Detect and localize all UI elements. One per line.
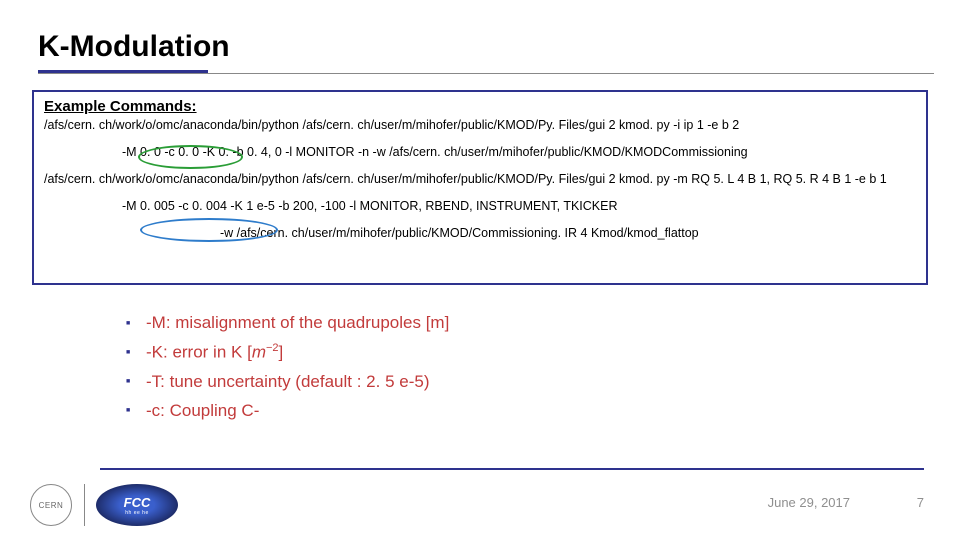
bullet-list: -M: misalignment of the quadrupoles [m] … [126, 304, 449, 430]
cern-logo: CERN [30, 484, 72, 526]
bullet-k: -K: error in K [m−2] [126, 342, 449, 363]
command-line-1: /afs/cern. ch/work/o/omc/anaconda/bin/py… [44, 117, 916, 134]
slide-date: June 29, 2017 [768, 495, 850, 510]
command-line-5: -w /afs/cern. ch/user/m/mihofer/public/K… [220, 225, 916, 242]
bullet-k-text: -K: error in K [m−2] [146, 342, 283, 363]
bullet-t: -T: tune uncertainty (default : 2. 5 e-5… [126, 372, 449, 392]
command-line-4: -M 0. 005 -c 0. 004 -K 1 e-5 -b 200, -10… [122, 198, 916, 215]
footer-divider [100, 468, 924, 470]
command-line-3: /afs/cern. ch/work/o/omc/anaconda/bin/py… [44, 171, 916, 188]
bullet-c-text: -c: Coupling C- [146, 401, 259, 421]
bullet-m-text: -M: misalignment of the quadrupoles [m] [146, 313, 449, 333]
example-commands-box: Example Commands: /afs/cern. ch/work/o/o… [32, 90, 928, 285]
bullet-c: -c: Coupling C- [126, 401, 449, 421]
logo-separator [84, 484, 85, 526]
page-title: K-Modulation [38, 30, 230, 64]
fcc-logo: FCC hh ee he [96, 484, 178, 526]
page-number: 7 [917, 495, 924, 510]
slide: K-Modulation Example Commands: /afs/cern… [0, 0, 960, 540]
command-line-2: -M 0. 0 -c 0. 0 -K 0. -b 0. 4, 0 -l MONI… [122, 144, 916, 161]
bullet-m: -M: misalignment of the quadrupoles [m] [126, 313, 449, 333]
title-underline-thin [38, 73, 934, 74]
example-commands-heading: Example Commands: [44, 98, 916, 115]
bullet-t-text: -T: tune uncertainty (default : 2. 5 e-5… [146, 372, 429, 392]
